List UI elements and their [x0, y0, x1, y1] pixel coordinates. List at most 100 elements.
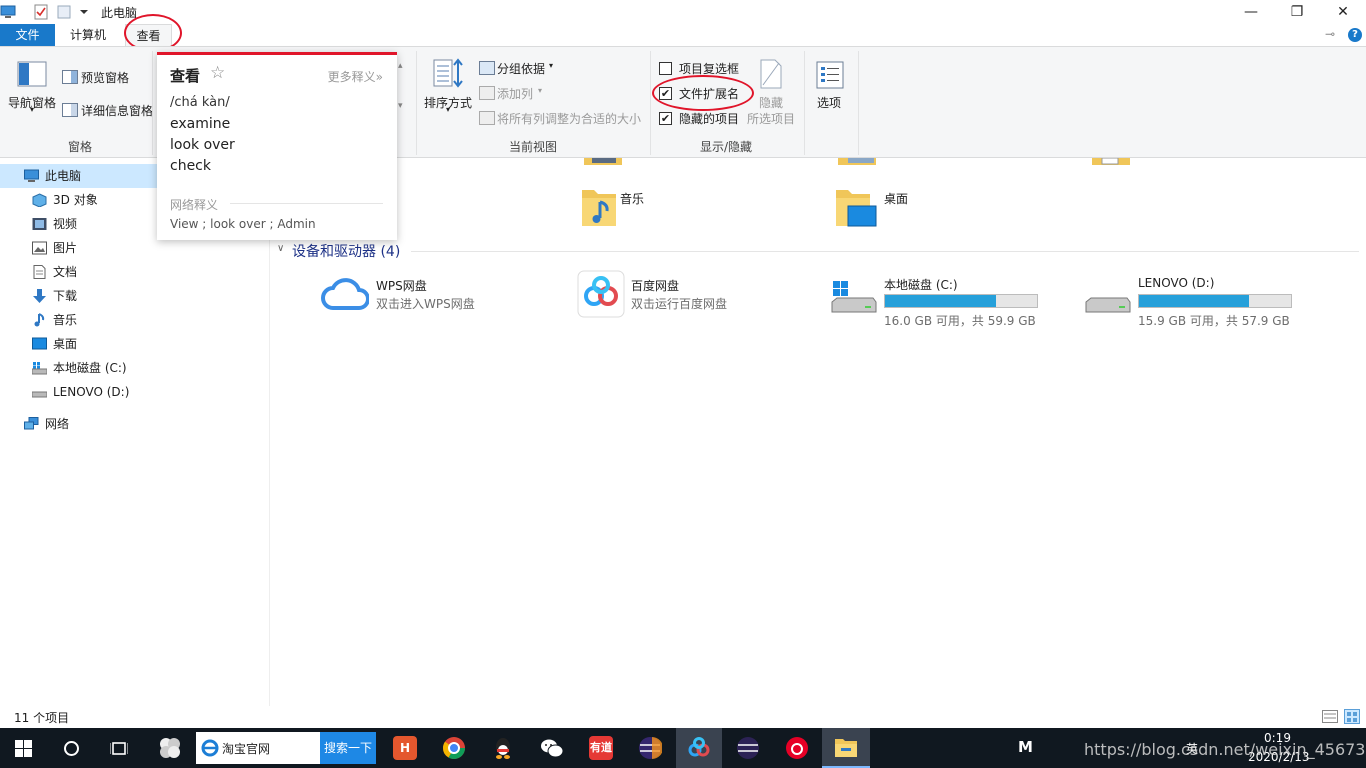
folder-music[interactable]: 音乐 [580, 182, 800, 230]
nav-item-documents[interactable]: 文档 [0, 260, 270, 284]
options-button[interactable]: 选项 [817, 94, 841, 111]
chrome-icon[interactable] [442, 736, 466, 760]
device-wps-cloud[interactable]: WPS网盘 双击进入WPS网盘 [321, 270, 561, 322]
drive-usage-fill [1139, 295, 1250, 307]
file-extensions-checkbox[interactable]: ✔ [659, 87, 672, 100]
title-bar: 此电脑 — ❐ ✕ [0, 0, 1366, 24]
navigation-pane: 此电脑 3D 对象 视频 图片 文档 下载 音乐 桌面 本地磁盘 (C:) LE… [0, 158, 270, 706]
device-subtitle: 16.0 GB 可用，共 59.9 GB [884, 314, 1036, 328]
details-view-icon[interactable] [1322, 710, 1338, 723]
item-checkboxes-checkbox[interactable] [659, 62, 672, 75]
details-pane-icon [62, 103, 78, 117]
nav-item-label: 3D 对象 [53, 193, 98, 207]
hidden-items-checkbox[interactable]: ✔ [659, 112, 672, 125]
ribbon-separator [804, 51, 805, 155]
navigation-pane-icon [17, 61, 47, 87]
help-icon[interactable]: ? [1348, 28, 1362, 42]
nav-item-network[interactable]: 网络 [0, 412, 270, 436]
nav-item-music[interactable]: 音乐 [0, 308, 270, 332]
desktop-icon [32, 337, 47, 350]
show-hide-group-label: 显示/隐藏 [700, 140, 753, 154]
drive-usage-bar [884, 294, 1038, 308]
popup-web-definitions: View ; look over ; Admin [170, 217, 316, 231]
layout-scroll-up-icon[interactable]: ▴ [398, 61, 403, 71]
preview-pane-button[interactable]: 预览窗格 [81, 69, 129, 86]
netease-music-icon[interactable] [785, 736, 809, 760]
nav-item-label: 音乐 [53, 313, 78, 327]
tab-file[interactable]: 文件 [0, 24, 55, 46]
nav-item-label: 本地磁盘 (C:) [53, 361, 127, 375]
group-by-dropdown-icon[interactable]: ▾ [549, 61, 553, 70]
taskbar-active-explorer[interactable] [822, 728, 870, 768]
dictionary-popup: 查看 ☆ 更多释义» /chá kàn/ examine look over c… [157, 52, 397, 240]
add-column-dropdown-icon: ▾ [538, 86, 543, 95]
more-definitions-link[interactable]: 更多释义» [328, 68, 383, 85]
properties-icon[interactable] [33, 4, 49, 20]
restore-button[interactable]: ❐ [1274, 0, 1320, 24]
navigation-pane-dropdown-icon[interactable]: ▾ [30, 105, 34, 114]
eclipse-icon[interactable] [638, 736, 662, 760]
device-name: LENOVO (D:) [1138, 276, 1215, 290]
picture-icon [32, 241, 47, 255]
popup-definition: look over [170, 137, 235, 153]
nav-item-lenovo-d[interactable]: LENOVO (D:) [0, 380, 270, 404]
taskbar-active-baidu[interactable] [676, 728, 722, 768]
device-local-disk-c[interactable]: 本地磁盘 (C:) 16.0 GB 可用，共 59.9 GB [831, 270, 1071, 328]
taskbar-search-button[interactable]: 搜索一下 [320, 732, 376, 764]
item-checkboxes-label: 项目复选框 [679, 62, 740, 76]
ribbon-separator [152, 51, 153, 155]
ribbon-separator [416, 51, 417, 155]
device-baidu-netdisk[interactable]: 百度网盘 双击运行百度网盘 [577, 270, 817, 322]
wechat-icon[interactable] [540, 736, 564, 760]
selected-items-label: 所选项目 [747, 112, 796, 126]
item-count: 11 个项目 [14, 711, 70, 725]
nav-item-label: 下载 [53, 289, 78, 303]
devices-section-header[interactable]: 设备和驱动器 (4) [292, 241, 400, 261]
layout-scroll-down-icon[interactable]: ▾ [398, 101, 403, 111]
minimize-button[interactable]: — [1228, 0, 1274, 24]
popup-divider [230, 203, 383, 204]
this-pc-icon [24, 169, 39, 182]
qq-icon[interactable] [491, 736, 515, 760]
quick-access-dropdown-icon[interactable] [76, 4, 92, 20]
close-button[interactable]: ✕ [1320, 0, 1366, 24]
tab-view[interactable]: 查看 [125, 24, 172, 46]
task-view-icon[interactable] [110, 740, 128, 757]
device-lenovo-d[interactable]: LENOVO (D:) 15.9 GB 可用，共 57.9 GB [1085, 270, 1325, 328]
large-icons-view-icon[interactable] [1344, 709, 1360, 724]
window-title: 此电脑 [101, 6, 138, 20]
youdao-dictionary-icon[interactable]: 有道 [589, 736, 613, 760]
app-pinwheel-icon[interactable] [158, 736, 182, 760]
cube-icon [32, 193, 47, 207]
pin-ribbon-icon[interactable]: ⊸ [1325, 27, 1335, 41]
folder-desktop[interactable]: 桌面 [834, 182, 1054, 230]
nav-item-label: 此电脑 [45, 169, 82, 183]
taskbar-search-box[interactable]: 淘宝官网 [196, 732, 320, 764]
star-icon[interactable]: ☆ [210, 63, 225, 83]
ie-icon [201, 739, 219, 757]
group-by-button[interactable]: 分组依据 [497, 60, 545, 77]
sort-by-dropdown-icon[interactable]: ▾ [446, 105, 450, 114]
options-icon [816, 61, 844, 89]
sort-by-icon [433, 58, 463, 88]
nav-item-downloads[interactable]: 下载 [0, 284, 270, 308]
windows-start-icon[interactable] [15, 740, 32, 757]
cortana-icon[interactable] [63, 740, 80, 757]
wps-cloud-icon [321, 278, 369, 310]
nav-item-local-disk-c[interactable]: 本地磁盘 (C:) [0, 356, 270, 380]
new-folder-icon[interactable] [56, 4, 72, 20]
section-collapse-chevron-icon[interactable]: ∨ [277, 243, 284, 254]
folder-name: 音乐 [620, 192, 645, 206]
panes-group-label: 窗格 [68, 140, 93, 154]
music-note-icon [34, 313, 45, 327]
popup-definition: check [170, 158, 211, 174]
tab-computer[interactable]: 计算机 [60, 24, 116, 46]
nav-item-label: 图片 [53, 241, 78, 255]
eclipse-ee-icon[interactable] [736, 736, 760, 760]
tray-m-icon[interactable]: M [1018, 738, 1033, 756]
html-editor-icon[interactable]: H [393, 736, 417, 760]
details-pane-button[interactable]: 详细信息窗格 [81, 102, 153, 119]
desktop-folder-icon [836, 190, 877, 227]
popup-definition: examine [170, 116, 231, 132]
nav-item-desktop[interactable]: 桌面 [0, 332, 270, 356]
